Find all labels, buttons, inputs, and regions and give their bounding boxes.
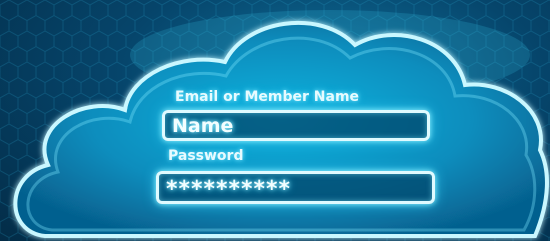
password-label: Password [168,148,244,164]
email-field-value: Name [172,115,234,137]
password-field-value: ********** [166,177,292,202]
email-label: Email or Member Name [175,89,360,105]
email-field[interactable]: Name [162,110,430,141]
password-field[interactable]: ********** [156,171,435,204]
